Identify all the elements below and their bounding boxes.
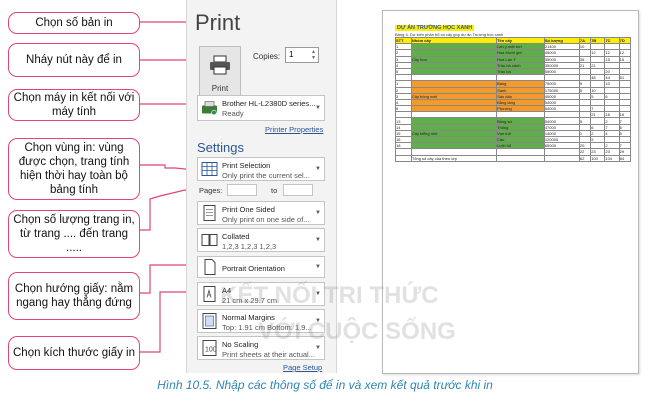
preview-table-cell: 100 [590,154,606,162]
preview-table-cell: Tổng số cây của theo lớp [410,154,498,162]
print-button-label: Print [211,84,229,93]
callout-print-area-text: Chọn vùng in: vùng được chọn, trang tính… [18,142,130,196]
page-setup-link[interactable]: Page Setup [283,363,322,372]
print-what-line1: Print Selection [222,161,271,170]
chevron-down-icon: ▼ [315,210,321,216]
sides-line2: Only print on one side of... [222,215,310,224]
callout-paper-size-text: Chọn kích thước giấy in [13,347,135,359]
callout-print-button: Nháy nút này để in [8,43,140,77]
collate-line1: Collated [222,232,250,241]
printer-select[interactable]: Brother HL-L2380D series... Ready ▼ [197,95,325,121]
scaling-line1: No Scaling [222,340,259,349]
pages-to-input[interactable] [283,184,313,196]
chevron-down-icon: ▼ [315,166,321,172]
callout-printer: Chọn máy in kết nối với máy tính [8,89,140,121]
preview-table: STT Nhóm cây Tên cây Số lượng 7A 7B 7C 7D 1 Lan … [395,36,632,162]
preview-table-cell [543,154,580,162]
chevron-down-icon: ▼ [315,264,321,270]
copies-input[interactable]: 1 ▲ ▼ [285,47,319,63]
print-what-line2: Only print the current sel... [222,171,310,180]
watermark-line2: VỚI CUỘC SỐNG [258,318,456,345]
margins-icon [202,313,217,329]
copies-spinner-icon[interactable]: ▲ ▼ [311,49,316,61]
pages-to-label: to [271,186,278,195]
scaling-line2: Print sheets at their actual... [222,350,315,359]
callout-print-area: Chọn vùng in: vùng được chọn, trang tính… [8,138,140,200]
preview-table-row: Tổng số cây của theo lớp 62 100 104 84 [395,154,632,162]
copies-label: Copies: [253,52,281,61]
callout-pages-text: Chọn số lượng trang in, từ trang .... đế… [13,214,135,254]
portrait-page-icon [204,259,216,275]
one-sided-page-icon [203,205,216,221]
print-button[interactable]: Print [199,46,241,98]
sides-select[interactable]: Print One Sided Only print on one side o… [197,201,325,225]
collate-icon [201,234,218,246]
callout-pages: Chọn số lượng trang in, từ trang .... đế… [8,210,140,258]
preview-table-cell: 104 [604,154,620,162]
grid-icon [201,162,218,176]
callout-orientation-text: Chọn hướng giấy: nằm ngang hay thẳng đứn… [14,283,134,309]
printer-properties-link[interactable]: Printer Properties [265,125,323,134]
figure-caption: Hình 10.5. Nhập các thông số để in và xe… [157,378,493,392]
svg-text:100: 100 [205,347,217,354]
settings-heading: Settings [197,140,244,155]
collate-select[interactable]: Collated 1,2,3 1,2,3 1,2,3 ▼ [197,228,325,252]
callout-paper-size: Chọn kích thước giấy in [8,336,140,370]
callout-copies: Chọn số bản in [8,12,140,34]
callout-print-button-text: Nháy nút này để in [26,54,122,66]
printer-icon [210,55,230,75]
orientation-line1: Portrait Orientation [222,264,285,273]
printer-status: Ready [222,109,244,118]
pages-label: Pages: [199,186,223,195]
preview-table-cell [496,154,545,162]
print-what-select[interactable]: Print Selection Only print the current s… [197,157,325,181]
printer-device-icon [202,101,217,116]
callout-printer-text: Chọn máy in kết nối với máy tính [13,92,135,118]
pages-from-input[interactable] [227,184,257,196]
callout-copies-text: Chọn số bản in [35,17,113,29]
collate-line2: 1,2,3 1,2,3 1,2,3 [222,242,277,251]
callout-orientation: Chọn hướng giấy: nằm ngang hay thẳng đứn… [8,272,140,320]
chevron-down-icon: ▼ [315,105,321,111]
preview-table-cell: 84 [618,154,632,162]
chevron-down-icon: ▼ [315,237,321,243]
orientation-select[interactable]: Portrait Orientation ▼ [197,256,325,278]
printer-name: Brother HL-L2380D series... [222,99,316,108]
panel-title: Print [195,10,241,35]
paper-size-icon [203,286,216,302]
preview-table-cell: 62 [578,154,592,162]
scaling-icon: 100 [202,340,217,356]
preview-table-cell [395,154,412,162]
sides-line1: Print One Sided [222,205,275,214]
preview-title: DỰ ÁN TRƯỜNG HỌC XANH [395,25,475,31]
copies-value: 1 [289,50,294,59]
watermark-line1: KẾT NỐI TRI THỨC [220,282,439,309]
